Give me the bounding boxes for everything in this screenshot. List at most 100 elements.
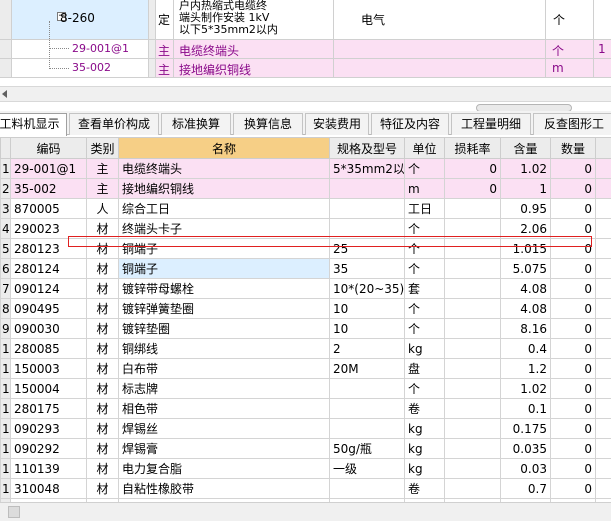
cell-loss-rate[interactable] [444, 398, 501, 419]
cell-content[interactable]: 0.035 [500, 438, 551, 459]
table-row[interactable]: 4 290023 材终端头卡子 个 2.06 0 [0, 218, 611, 239]
cell-quantity[interactable]: 0 [550, 338, 596, 359]
table-row[interactable]: 13280175材相色带 卷 0.10 [0, 398, 611, 419]
cell-spec[interactable] [329, 218, 405, 239]
cell-loss-rate[interactable] [444, 438, 501, 459]
table-row[interactable]: 11150003材白布带20M盘 1.20 [0, 358, 611, 379]
column-header-content[interactable]: 含量 [500, 137, 551, 159]
cell-unit[interactable]: 卷 [404, 398, 445, 419]
quota-code-cell[interactable]: − 8-260 [12, 0, 149, 39]
cell-type[interactable]: 主 [86, 178, 119, 199]
cell-loss-rate[interactable] [444, 298, 501, 319]
cell-content[interactable]: 1.015 [500, 238, 551, 259]
cell-code[interactable]: 090495 [10, 298, 87, 319]
cell-code[interactable]: 150004 [10, 378, 87, 399]
cell-code[interactable]: 280175 [10, 398, 87, 419]
cell-code[interactable]: 290023 [10, 218, 87, 239]
cell-loss-rate[interactable] [444, 278, 501, 299]
cell-unit[interactable]: 个 [404, 318, 445, 339]
table-row[interactable]: 16110139材电力复合脂一级kg 0.030 [0, 458, 611, 479]
cell-type[interactable]: 材 [86, 478, 119, 499]
cell-code[interactable]: 310048 [10, 478, 87, 499]
cell-content[interactable]: 0.1 [500, 398, 551, 419]
tab-labor-material[interactable]: 工料机显示 [0, 113, 67, 136]
cell-quantity[interactable]: 0 [550, 198, 596, 219]
quota-sub-row-1[interactable]: 29-001@1 主 电缆终端头 个 1 [0, 40, 611, 59]
cell-unit[interactable]: 个 [404, 158, 445, 179]
cell-quantity[interactable]: 0 [550, 398, 596, 419]
quota-row-main[interactable]: − 8-260 定 户内热缩式电缆终 端头制作安装 1kV 以下5*35mm2以… [0, 0, 611, 40]
cell-loss-rate[interactable] [444, 238, 501, 259]
cell-code[interactable]: 110139 [10, 458, 87, 479]
cell-code[interactable]: 090293 [10, 418, 87, 439]
table-row[interactable]: 6 280124 材铜端子 35 个 5.075 0 [0, 258, 611, 279]
cell-content[interactable]: 8.16 [500, 318, 551, 339]
cell-name[interactable]: 标志牌 [118, 378, 330, 399]
tab-unit-price[interactable]: 查看单价构成 [69, 113, 159, 135]
cell-unit[interactable]: m [404, 178, 445, 199]
cell-type[interactable]: 材 [86, 258, 119, 279]
cell-quantity[interactable]: 0 [550, 238, 596, 259]
table-row[interactable]: 8 090495 材镀锌弹簧垫圈 10 个 4.08 0 [0, 298, 611, 319]
tab-standard-conversion[interactable]: 标准换算 [161, 113, 231, 135]
cell-type[interactable]: 材 [86, 298, 119, 319]
cell-type[interactable]: 材 [86, 358, 119, 379]
bottom-horizontal-scrollbar[interactable] [0, 502, 611, 521]
tab-quantity-detail[interactable]: 工程量明细 [451, 113, 531, 135]
cell-name[interactable]: 电力复合脂 [118, 458, 330, 479]
quota-name-cell[interactable]: 户内热缩式电缆终 端头制作安装 1kV 以下5*35mm2以内 [174, 0, 334, 39]
cell-spec[interactable] [329, 178, 405, 199]
cell-type[interactable]: 材 [86, 458, 119, 479]
cell-spec[interactable] [329, 378, 405, 399]
scrollbar-thumb[interactable] [8, 506, 20, 518]
cell-quantity[interactable]: 0 [550, 278, 596, 299]
cell-spec[interactable]: 10 [329, 298, 405, 319]
cell-content[interactable]: 1.02 [500, 158, 551, 179]
cell-unit[interactable]: 个 [404, 218, 445, 239]
cell-spec[interactable]: 50g/瓶 [329, 438, 405, 459]
cell-quantity[interactable]: 0 [550, 298, 596, 319]
cell-name[interactable]: 白布带 [118, 358, 330, 379]
cell-quantity[interactable]: 0 [550, 358, 596, 379]
cell-loss-rate[interactable] [444, 338, 501, 359]
cell-name[interactable]: 接地编织铜线 [118, 178, 330, 199]
cell-name[interactable]: 综合工日 [118, 198, 330, 219]
cell-loss-rate[interactable]: 0 [444, 178, 501, 199]
cell-spec[interactable]: 10*(20~35) [329, 278, 405, 299]
cell-content[interactable]: 1.02 [500, 378, 551, 399]
cell-name[interactable]: 电缆终端头 [118, 158, 330, 179]
quota-sub-row-2[interactable]: 35-002 主 接地编织铜线 m [0, 59, 611, 78]
cell-name[interactable]: 铜绑线 [118, 338, 330, 359]
cell-type[interactable]: 材 [86, 338, 119, 359]
cell-unit[interactable]: 个 [404, 378, 445, 399]
cell-name[interactable]: 铜端子 [118, 258, 330, 279]
tab-conversion-info[interactable]: 换算信息 [233, 113, 303, 135]
cell-spec[interactable]: 35 [329, 258, 405, 279]
table-row[interactable]: 3 870005 人综合工日 工日 0.95 0 [0, 198, 611, 219]
column-header-name[interactable]: 名称 [118, 137, 330, 159]
cell-name[interactable]: 自粘性橡胶带 [118, 478, 330, 499]
cell-loss-rate[interactable] [444, 258, 501, 279]
column-header-code[interactable]: 编码 [10, 137, 87, 159]
table-row[interactable]: 129-001@1主电缆终端头5*35mm2以内个01.020 [0, 158, 611, 179]
cell-spec[interactable]: 25 [329, 238, 405, 259]
cell-code[interactable]: 150003 [10, 358, 87, 379]
tab-features[interactable]: 特征及内容 [371, 113, 449, 135]
cell-loss-rate[interactable] [444, 318, 501, 339]
table-row[interactable]: 14090293材焊锡丝 kg 0.1750 [0, 418, 611, 439]
cell-code[interactable]: 35-002 [10, 178, 87, 199]
cell-spec[interactable]: 20M [329, 358, 405, 379]
table-row[interactable]: 2 35-002 主接地编织铜线 m 0 1 0 [0, 178, 611, 199]
column-header-quantity[interactable]: 数量 [550, 137, 596, 159]
cell-unit[interactable]: 个 [404, 258, 445, 279]
cell-quantity[interactable]: 0 [550, 438, 596, 459]
cell-spec[interactable] [329, 398, 405, 419]
cell-type[interactable]: 材 [86, 378, 119, 399]
cell-content[interactable]: 0.03 [500, 458, 551, 479]
cell-content[interactable]: 0.7 [500, 478, 551, 499]
cell-loss-rate[interactable] [444, 358, 501, 379]
cell-code[interactable]: 090124 [10, 278, 87, 299]
cell-content[interactable]: 4.08 [500, 278, 551, 299]
cell-spec[interactable]: 5*35mm2以内 [329, 158, 405, 179]
cell-content[interactable]: 2.06 [500, 218, 551, 239]
